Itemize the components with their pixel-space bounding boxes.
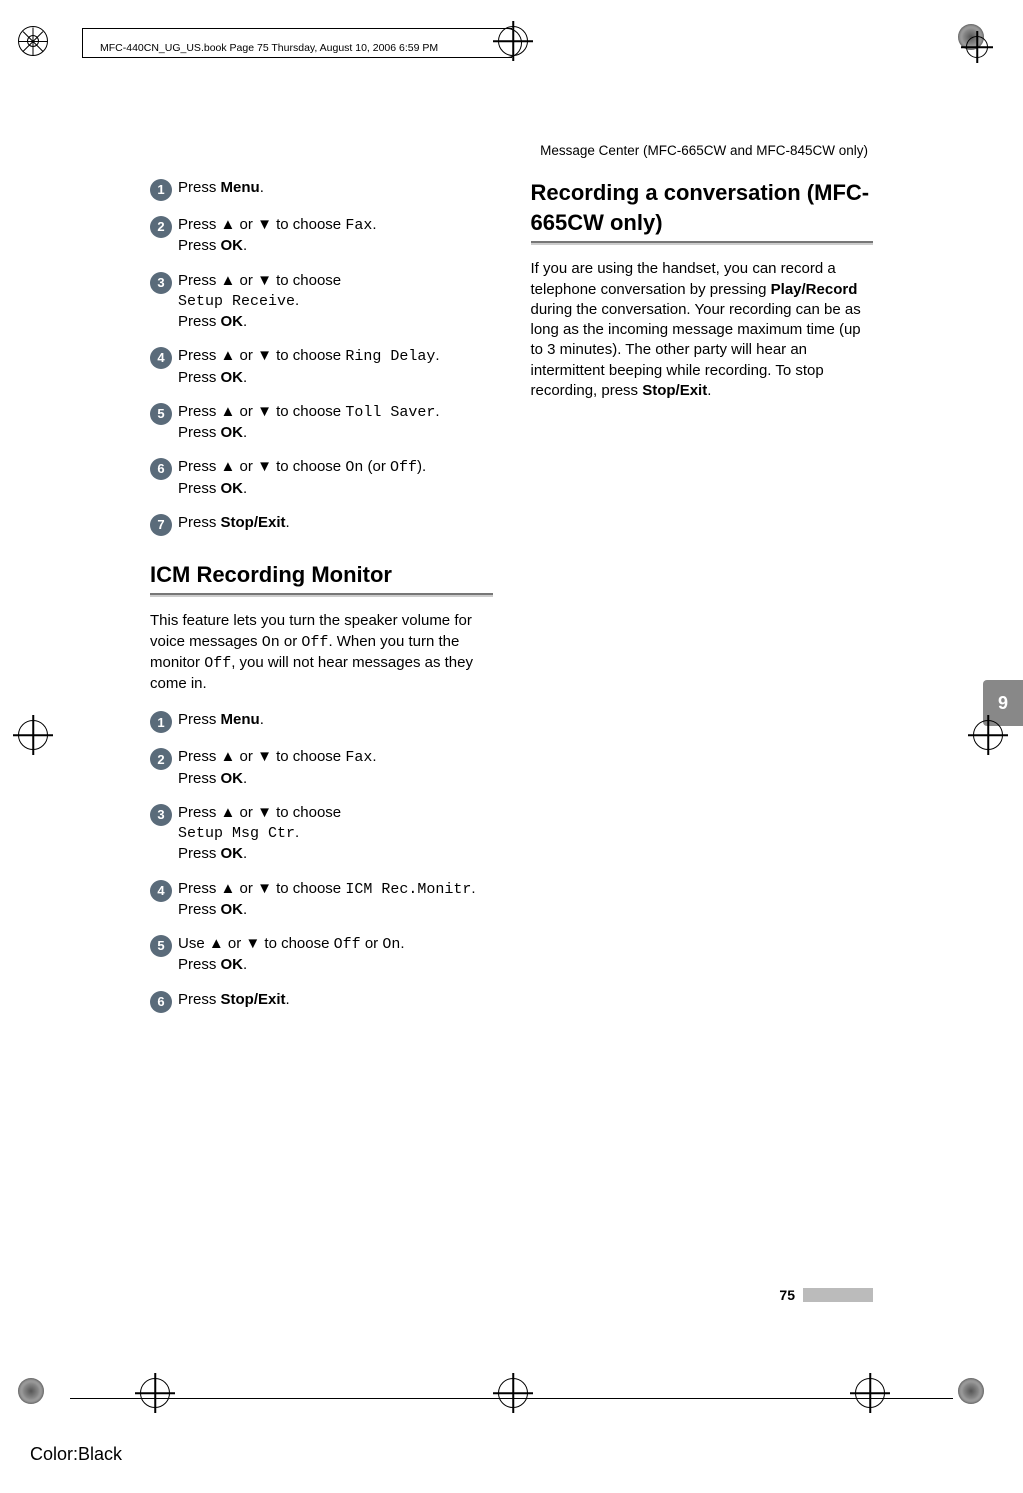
step-number-icon: 4 <box>150 880 172 902</box>
down-arrow-icon: ▼ <box>245 935 260 952</box>
down-arrow-icon: ▼ <box>257 748 272 765</box>
running-header: Message Center (MFC-665CW and MFC-845CW … <box>540 143 868 158</box>
step-item: 2 Press ▲ or ▼ to choose Fax.Press OK. <box>150 215 493 257</box>
right-column: Recording a conversation (MFC-665CW only… <box>531 178 874 1243</box>
step-item: 3 Press ▲ or ▼ to chooseSetup Msg Ctr.Pre… <box>150 803 493 865</box>
body-recording-conversation: If you are using the handset, you can re… <box>531 259 874 401</box>
steps-list-a: 1 Press Menu. 2 Press ▲ or ▼ to choose Fax.… <box>150 178 493 536</box>
heading-rule-icon <box>150 593 493 597</box>
step-number-icon: 4 <box>150 347 172 369</box>
up-arrow-icon: ▲ <box>221 272 236 289</box>
left-column: 1 Press Menu. 2 Press ▲ or ▼ to choose Fax.… <box>150 178 493 1243</box>
heading-recording-conversation: Recording a conversation (MFC-665CW only… <box>531 178 874 237</box>
up-arrow-icon: ▲ <box>221 804 236 821</box>
step-body: Press ▲ or ▼ to chooseSetup Msg Ctr.Pres… <box>178 803 493 865</box>
step-number-icon: 6 <box>150 991 172 1013</box>
step-item: 4 Press ▲ or ▼ to choose ICM Rec.Monitr.P… <box>150 879 493 921</box>
header-tag-text: MFC-440CN_UG_US.book Page 75 Thursday, A… <box>100 42 438 54</box>
heading-icm-monitor: ICM Recording Monitor <box>150 560 493 590</box>
step-item: 6 Press ▲ or ▼ to choose On (or Off).Pres… <box>150 457 493 499</box>
step-item: 5 Press ▲ or ▼ to choose Toll Saver.Press… <box>150 402 493 444</box>
step-number-icon: 1 <box>150 711 172 733</box>
up-arrow-icon: ▲ <box>221 347 236 364</box>
step-item: 6 Press Stop/Exit. <box>150 990 493 1013</box>
step-body: Press ▲ or ▼ to choose Ring Delay.Press … <box>178 346 493 388</box>
corner-dot-icon <box>18 1378 44 1404</box>
step-item: 1 Press Menu. <box>150 178 493 201</box>
step-body: Press Stop/Exit. <box>178 513 493 536</box>
up-arrow-icon: ▲ <box>221 216 236 233</box>
step-number-icon: 5 <box>150 403 172 425</box>
crop-rail-icon <box>70 1398 953 1399</box>
down-arrow-icon: ▼ <box>257 880 272 897</box>
down-arrow-icon: ▼ <box>257 804 272 821</box>
step-number-icon: 6 <box>150 458 172 480</box>
register-target-icon <box>966 36 988 58</box>
step-number-icon: 3 <box>150 804 172 826</box>
register-target-icon <box>973 720 1003 750</box>
step-item: 3 Press ▲ or ▼ to chooseSetup Receive.Pre… <box>150 271 493 333</box>
up-arrow-icon: ▲ <box>209 935 224 952</box>
step-number-icon: 2 <box>150 748 172 770</box>
step-number-icon: 5 <box>150 935 172 957</box>
corner-dot-icon <box>958 1378 984 1404</box>
intro-icm-monitor: This feature lets you turn the speaker v… <box>150 611 493 694</box>
up-arrow-icon: ▲ <box>221 458 236 475</box>
down-arrow-icon: ▼ <box>257 272 272 289</box>
step-number-icon: 7 <box>150 514 172 536</box>
content-area: 1 Press Menu. 2 Press ▲ or ▼ to choose Fax.… <box>150 178 873 1243</box>
page-number: 75 <box>779 1287 795 1303</box>
step-body: Press ▲ or ▼ to choose On (or Off).Press… <box>178 457 493 499</box>
register-target-icon <box>855 1378 885 1408</box>
page-number-bar-icon <box>803 1288 873 1302</box>
step-body: Press Menu. <box>178 710 493 733</box>
step-number-icon: 2 <box>150 216 172 238</box>
register-target-icon <box>140 1378 170 1408</box>
step-body: Press Menu. <box>178 178 493 201</box>
step-body: Press ▲ or ▼ to chooseSetup Receive.Pres… <box>178 271 493 333</box>
step-item: 5 Use ▲ or ▼ to choose Off or On.Press OK… <box>150 934 493 976</box>
step-body: Press ▲ or ▼ to choose Fax.Press OK. <box>178 747 493 789</box>
step-body: Press Stop/Exit. <box>178 990 493 1013</box>
heading-rule-icon <box>531 241 874 245</box>
step-body: Press ▲ or ▼ to choose ICM Rec.Monitr.Pr… <box>178 879 493 921</box>
down-arrow-icon: ▼ <box>257 347 272 364</box>
down-arrow-icon: ▼ <box>257 216 272 233</box>
sun-icon <box>18 26 48 56</box>
step-item: 7 Press Stop/Exit. <box>150 513 493 536</box>
register-target-icon <box>498 1378 528 1408</box>
register-target-icon <box>18 720 48 750</box>
down-arrow-icon: ▼ <box>257 403 272 420</box>
up-arrow-icon: ▲ <box>221 403 236 420</box>
step-body: Press ▲ or ▼ to choose Toll Saver.Press … <box>178 402 493 444</box>
step-item: 2 Press ▲ or ▼ to choose Fax.Press OK. <box>150 747 493 789</box>
down-arrow-icon: ▼ <box>257 458 272 475</box>
step-body: Use ▲ or ▼ to choose Off or On.Press OK. <box>178 934 493 976</box>
up-arrow-icon: ▲ <box>221 748 236 765</box>
step-item: 1 Press Menu. <box>150 710 493 733</box>
page-number-area: 75 <box>779 1287 873 1303</box>
up-arrow-icon: ▲ <box>221 880 236 897</box>
step-number-icon: 3 <box>150 272 172 294</box>
steps-list-b: 1 Press Menu. 2 Press ▲ or ▼ to choose Fax.… <box>150 710 493 1012</box>
step-body: Press ▲ or ▼ to choose Fax.Press OK. <box>178 215 493 257</box>
color-label: Color:Black <box>30 1444 122 1465</box>
step-number-icon: 1 <box>150 179 172 201</box>
step-item: 4 Press ▲ or ▼ to choose Ring Delay.Press… <box>150 346 493 388</box>
